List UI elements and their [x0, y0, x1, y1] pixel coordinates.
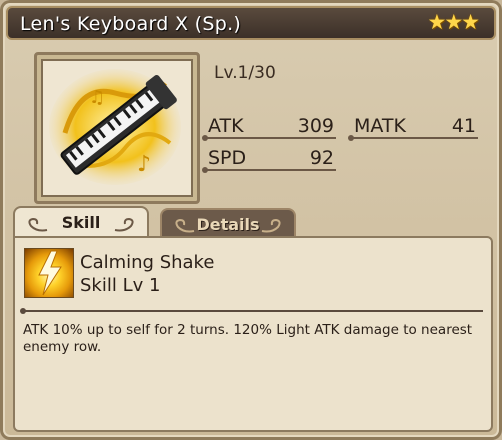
title-bar: Len's Keyboard X (Sp.) ★★★ [6, 6, 496, 40]
skill-level: Skill Lv 1 [80, 275, 161, 296]
item-level: Lv.1/30 [214, 63, 276, 83]
stat-atk-value: 309 [297, 115, 334, 137]
tab-details[interactable]: Details [160, 208, 296, 238]
stat-spd-label: SPD [208, 147, 247, 169]
svg-text:♪: ♪ [137, 152, 151, 177]
skill-panel: Calming Shake Skill Lv 1 ATK 10% up to s… [13, 236, 493, 432]
item-detail-window: Len's Keyboard X (Sp.) ★★★ ♪ ♫ Lv.1/30 A… [0, 0, 502, 440]
tab-skill[interactable]: Skill [13, 206, 149, 238]
skill-name: Calming Shake [80, 252, 215, 273]
item-name: Len's Keyboard X (Sp.) [20, 13, 242, 35]
svg-text:♫: ♫ [89, 87, 105, 108]
lightning-skill-icon [24, 248, 74, 298]
stat-matk-label: MATK [354, 115, 406, 137]
skill-description: ATK 10% up to self for 2 turns. 120% Lig… [23, 322, 473, 355]
stat-spd-value: 92 [309, 147, 334, 169]
stat-spd: SPD 92 [202, 147, 336, 173]
swirl-ornament-icon [114, 217, 134, 232]
rarity-stars: ★★★ [427, 10, 481, 34]
keyboard-weapon-icon: ♪ ♫ [49, 69, 181, 185]
swirl-ornament-icon [261, 218, 281, 233]
stat-atk-label: ATK [208, 115, 244, 137]
stat-matk: MATK 41 [348, 115, 478, 141]
stat-atk: ATK 309 [202, 115, 336, 141]
stat-matk-value: 41 [451, 115, 476, 137]
divider [20, 308, 483, 314]
item-portrait: ♪ ♫ [34, 52, 200, 204]
